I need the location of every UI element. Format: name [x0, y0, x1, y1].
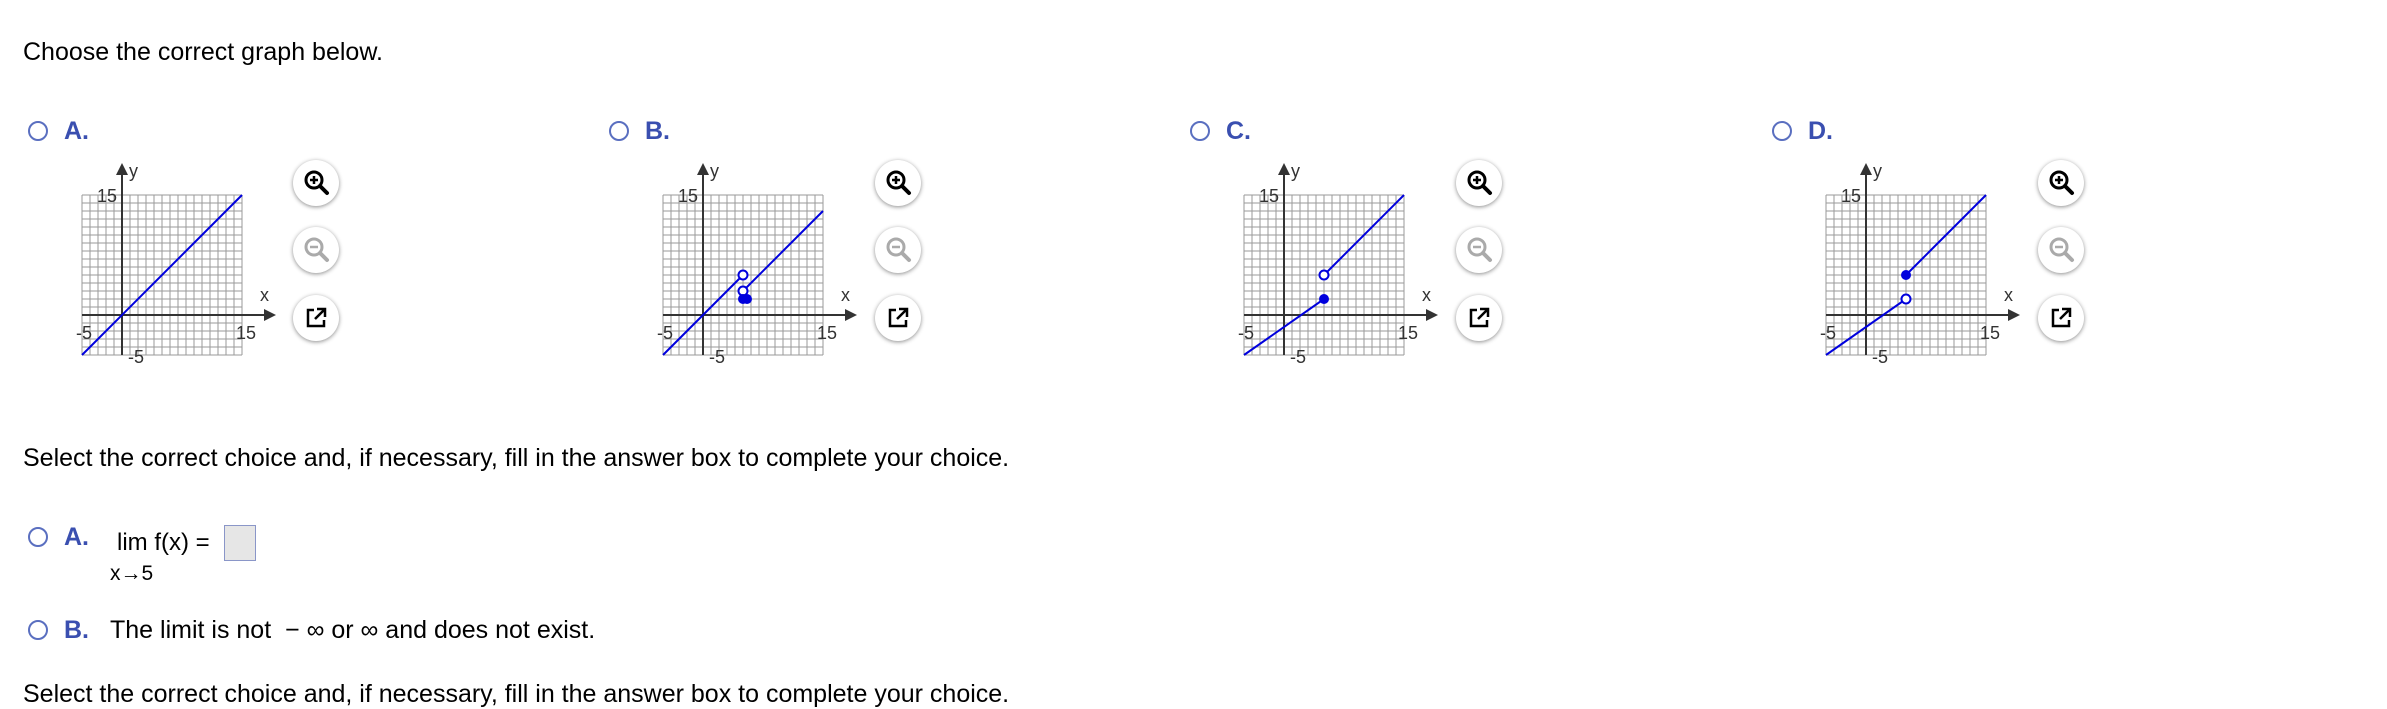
x-axis-label: x: [2004, 285, 2013, 305]
open-external-icon: [306, 307, 327, 328]
zoom-in-button[interactable]: [1456, 160, 1502, 206]
tick-label-y-min: -5: [1290, 347, 1306, 367]
next-question-prompt: Select the correct choice and, if necess…: [23, 680, 1010, 708]
y-axis-label: y: [1291, 161, 1300, 181]
tick-label-x-max: 15: [236, 323, 256, 343]
option-b-graph: y x 15 -5 15 -5: [643, 160, 857, 380]
graph-question-prompt: Choose the correct graph below.: [23, 38, 383, 66]
option-c-radio[interactable]: [1190, 121, 1210, 141]
limit-subscript: x→5: [110, 562, 154, 585]
x-axis-label: x: [841, 285, 850, 305]
x-axis-arrow: [264, 309, 276, 321]
tick-label-x-max: 15: [817, 323, 837, 343]
zoom-in-button[interactable]: [875, 160, 921, 206]
option-b-letter: B.: [645, 117, 670, 145]
option-d-letter: D.: [1808, 117, 1833, 145]
tick-label-x-min: -5: [76, 323, 92, 343]
open-external-icon: [1469, 307, 1490, 328]
closed-point: [742, 294, 752, 304]
x-axis-label: x: [260, 285, 269, 305]
tick-label-y-min: -5: [128, 347, 144, 367]
option-c-letter: C.: [1226, 117, 1251, 145]
tick-label-x-max: 15: [1398, 323, 1418, 343]
zoom-in-button[interactable]: [2038, 160, 2084, 206]
open-external-button[interactable]: [2038, 295, 2084, 341]
y-axis-arrow: [116, 163, 128, 175]
tick-label-x-max: 15: [1980, 323, 2000, 343]
limit-choice-a-radio[interactable]: [28, 527, 48, 547]
tick-label-y-max: 15: [1259, 186, 1279, 206]
option-a-graph: y x 15 -5 15 -5: [62, 160, 276, 380]
option-b-radio[interactable]: [609, 121, 629, 141]
zoom-out-icon: [304, 237, 329, 262]
open-external-button[interactable]: [875, 295, 921, 341]
zoom-out-button[interactable]: [293, 227, 339, 273]
open-external-button[interactable]: [1456, 295, 1502, 341]
zoom-out-icon: [2049, 237, 2074, 262]
tick-label-x-min: -5: [1820, 323, 1836, 343]
limit-choice-b-letter: B.: [64, 616, 89, 644]
option-c-graph: y x 15 -5 15 -5: [1224, 160, 1438, 380]
zoom-out-button[interactable]: [875, 227, 921, 273]
x-axis-arrow: [845, 309, 857, 321]
y-axis-arrow: [1860, 163, 1872, 175]
tick-label-x-min: -5: [1238, 323, 1254, 343]
limit-choice-b-radio[interactable]: [28, 620, 48, 640]
tick-label-y-min: -5: [1872, 347, 1888, 367]
y-axis-arrow: [697, 163, 709, 175]
open-external-button[interactable]: [293, 295, 339, 341]
x-axis-label: x: [1422, 285, 1431, 305]
zoom-in-icon: [2049, 170, 2074, 195]
option-d-radio[interactable]: [1772, 121, 1792, 141]
open-external-icon: [2051, 307, 2072, 328]
closed-point: [1319, 294, 1329, 304]
zoom-in-button[interactable]: [293, 160, 339, 206]
zoom-in-icon: [304, 170, 329, 195]
open-external-icon: [888, 307, 909, 328]
y-axis-label: y: [1873, 161, 1882, 181]
tick-label-x-min: -5: [657, 323, 673, 343]
zoom-out-icon: [886, 237, 911, 262]
zoom-out-button[interactable]: [2038, 227, 2084, 273]
zoom-out-icon: [1467, 237, 1492, 262]
limit-answer-input[interactable]: [224, 525, 256, 561]
zoom-in-icon: [886, 170, 911, 195]
y-axis-label: y: [129, 161, 138, 181]
tick-label-y-max: 15: [97, 186, 117, 206]
option-a-radio[interactable]: [28, 121, 48, 141]
x-axis-arrow: [1426, 309, 1438, 321]
y-axis-label: y: [710, 161, 719, 181]
tick-label-y-max: 15: [1841, 186, 1861, 206]
closed-point: [1901, 270, 1911, 280]
option-d-graph: y x 15 -5 15 -5: [1806, 160, 2020, 380]
limit-choice-b-text: The limit is not − ∞ or ∞ and does not e…: [110, 616, 596, 644]
open-point: [1318, 269, 1330, 281]
y-axis-arrow: [1278, 163, 1290, 175]
option-a-letter: A.: [64, 117, 89, 145]
zoom-out-button[interactable]: [1456, 227, 1502, 273]
open-point: [737, 269, 749, 281]
limit-choice-a-letter: A.: [64, 523, 89, 551]
limit-question-prompt: Select the correct choice and, if necess…: [23, 444, 1010, 472]
open-point: [1900, 293, 1912, 305]
tick-label-y-min: -5: [709, 347, 725, 367]
x-axis-arrow: [2008, 309, 2020, 321]
limit-expression: lim f(x) =: [117, 529, 210, 556]
zoom-in-icon: [1467, 170, 1492, 195]
tick-label-y-max: 15: [678, 186, 698, 206]
